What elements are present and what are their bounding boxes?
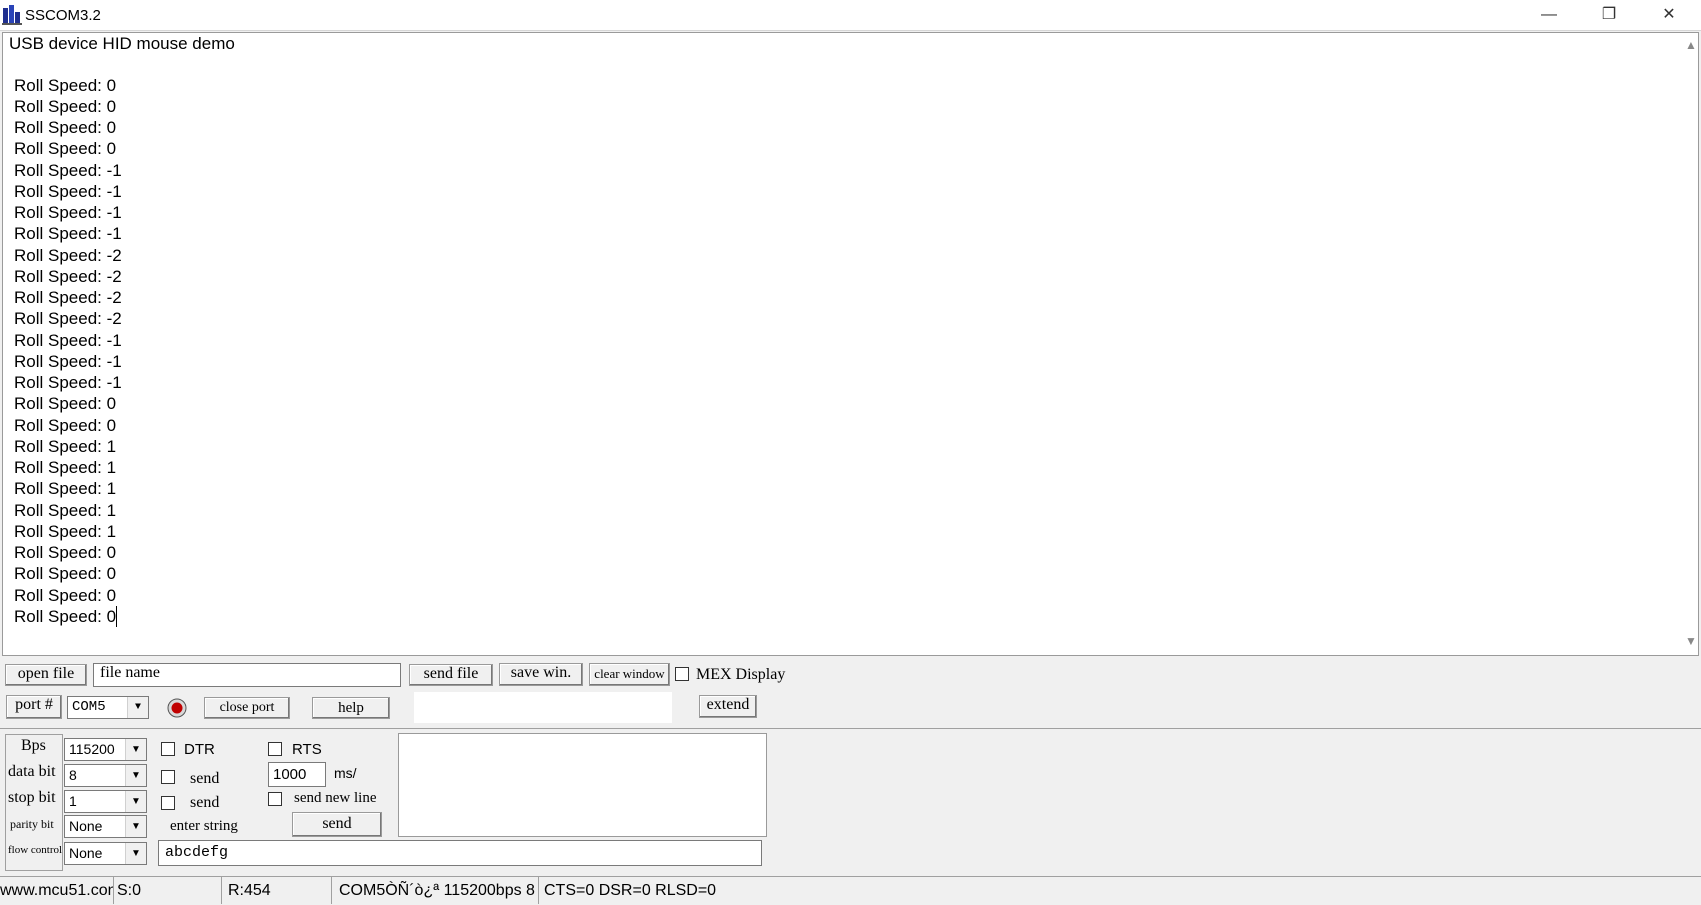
status-sent: S:0 <box>114 877 222 904</box>
hex-display-label: MEX Display <box>696 666 786 683</box>
output-line: Roll Speed: -1 <box>14 203 122 222</box>
status-received: R:454 <box>222 877 332 904</box>
title-bar <box>0 0 1701 31</box>
enter-string-label: enter string <box>170 818 238 834</box>
output-line: Roll Speed: -1 <box>14 160 122 180</box>
send-button[interactable]: send <box>292 812 382 837</box>
info-panel <box>414 692 672 723</box>
output-line: Roll Speed: 1 <box>14 436 117 456</box>
output-line: Roll Speed: 1 <box>14 458 117 477</box>
send-new-line-checkbox[interactable] <box>268 792 282 806</box>
chevron-down-icon[interactable]: ▼ <box>125 765 146 786</box>
maximize-button[interactable]: ❐ <box>1579 0 1639 31</box>
hex-send-label: send <box>190 794 220 811</box>
interval-input[interactable]: 1000 <box>268 762 326 787</box>
output-line: Roll Speed: -2 <box>14 245 122 265</box>
receive-output[interactable]: USB device HID mouse demo Roll Speed: 0 Ro… <box>2 32 1699 656</box>
dtr-label: DTR <box>184 741 215 758</box>
port-select[interactable]: COM5 ▼ <box>67 696 149 719</box>
stop-bit-select[interactable]: 1 ▼ <box>64 790 147 813</box>
divider <box>0 728 1701 729</box>
flow-control-label: flow control <box>8 844 62 856</box>
scroll-up-icon[interactable]: ▲ <box>1685 38 1697 52</box>
hex-display-checkbox[interactable] <box>675 667 689 681</box>
chevron-down-icon[interactable]: ▼ <box>125 791 146 812</box>
open-file-button[interactable]: open file <box>5 664 87 686</box>
stop-bit-value: 1 <box>69 793 77 809</box>
app-icon <box>2 5 22 25</box>
output-line: Roll Speed: 0 <box>14 118 117 137</box>
output-line: Roll Speed: 0 <box>14 75 117 95</box>
minimize-button[interactable]: — <box>1519 0 1579 31</box>
auto-send-label: send <box>190 770 220 787</box>
close-port-button[interactable]: close port <box>204 697 290 719</box>
output-line: Roll Speed: -2 <box>14 288 122 307</box>
window-title: SSCOM3.2 <box>25 7 101 24</box>
output-line: Roll Speed: -1 <box>14 351 122 371</box>
data-bit-select[interactable]: 8 ▼ <box>64 764 147 787</box>
chevron-down-icon[interactable]: ▼ <box>125 816 146 837</box>
send-file-button[interactable]: send file <box>409 664 493 686</box>
clear-window-button[interactable]: clear window <box>589 663 670 686</box>
status-site: www.mcu51.con <box>0 877 114 904</box>
interval-unit-label: ms/ <box>334 765 357 781</box>
chevron-down-icon[interactable]: ▼ <box>125 739 146 760</box>
output-line: Roll Speed: 1 <box>14 500 117 520</box>
output-line: Roll Speed: 0 <box>14 139 117 159</box>
rts-checkbox[interactable] <box>268 742 282 756</box>
flow-control-value: None <box>69 845 103 861</box>
send-string-input[interactable]: abcdefg <box>158 840 762 866</box>
port-status-indicator-icon <box>167 698 187 718</box>
save-window-button[interactable]: save win. <box>499 663 583 686</box>
help-button[interactable]: help <box>312 697 390 719</box>
output-header-line: USB device HID mouse demo <box>9 34 235 53</box>
parity-value: None <box>69 818 103 834</box>
output-line: Roll Speed: 0 <box>14 564 117 584</box>
chevron-down-icon[interactable]: ▼ <box>125 843 146 864</box>
send-new-line-label: send new line <box>294 790 377 806</box>
output-line: Roll Speed: -1 <box>14 373 122 392</box>
output-line: Roll Speed: 0 <box>14 394 117 414</box>
stop-bit-label: stop bit <box>8 789 56 806</box>
port-label: port # <box>6 695 62 719</box>
output-line: Roll Speed: 1 <box>14 479 117 499</box>
file-name-field[interactable]: file name <box>93 663 401 687</box>
send-preview-area[interactable] <box>398 733 767 837</box>
dtr-checkbox[interactable] <box>161 742 175 756</box>
extend-button[interactable]: extend <box>699 695 757 718</box>
output-line: Roll Speed: -2 <box>14 309 122 329</box>
scroll-down-icon[interactable]: ▼ <box>1685 634 1697 648</box>
chevron-down-icon[interactable]: ▼ <box>127 697 148 718</box>
port-value: COM5 <box>72 699 106 715</box>
output-line: Roll Speed: 0 <box>14 585 117 605</box>
rts-label: RTS <box>292 741 322 758</box>
bps-value: 115200 <box>69 741 115 757</box>
data-bit-value: 8 <box>69 767 77 783</box>
hex-send-checkbox[interactable] <box>161 796 175 810</box>
output-line: Roll Speed: 0 <box>14 415 117 435</box>
output-line: Roll Speed: -2 <box>14 266 122 286</box>
data-bit-label: data bit <box>8 763 56 780</box>
flow-control-select[interactable]: None ▼ <box>64 842 147 865</box>
output-line: Roll Speed: 0 <box>14 96 117 116</box>
status-line-states: CTS=0 DSR=0 RLSD=0 <box>544 882 717 899</box>
output-line: Roll Speed: -1 <box>14 224 122 244</box>
output-line: Roll Speed: -1 <box>14 330 122 350</box>
output-line: Roll Speed: 0 <box>14 543 117 562</box>
close-button[interactable]: ✕ <box>1639 0 1699 31</box>
parity-bit-label: parity bit <box>10 817 54 831</box>
status-port-info: COM5ÒÑ´ò¿ª 115200bps 8 <box>336 877 539 904</box>
output-line: Roll Speed: 0 <box>14 605 118 627</box>
bps-select[interactable]: 115200 ▼ <box>64 738 147 761</box>
bps-label: Bps <box>21 737 46 754</box>
auto-send-checkbox[interactable] <box>161 770 175 784</box>
output-line: Roll Speed: 1 <box>14 521 117 541</box>
parity-select[interactable]: None ▼ <box>64 815 147 838</box>
output-line: Roll Speed: -1 <box>14 181 122 201</box>
